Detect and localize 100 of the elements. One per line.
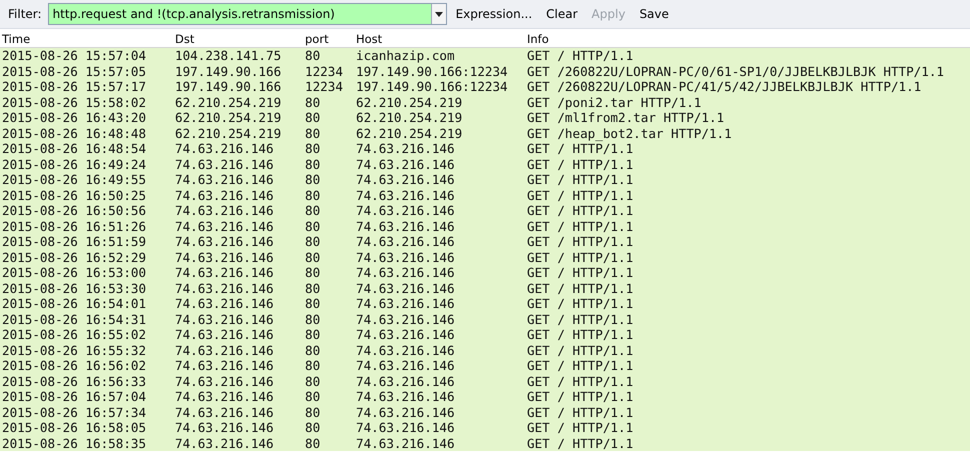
toolbar-button[interactable]: Clear [541,5,583,23]
table-cell-text: 74.63.216.146 [355,218,456,234]
table-cell-text: 2015-08-26 15:57:05 [1,64,148,79]
table-cell-text: 62.210.254.219 [355,126,464,141]
column-header[interactable]: Dst [173,32,303,47]
table-cell-text: GET / HTTP/1.1 [526,203,634,218]
table-cell-text: 2015-08-26 16:53:00 [1,265,148,280]
table-cell-text: 2015-08-26 16:49:55 [1,172,148,188]
table-cell-text: 74.63.216.146 [174,218,275,234]
table-cell-text: 2015-08-26 16:57:04 [1,389,148,404]
table-cell-text: 2015-08-26 16:43:20 [1,110,148,126]
table-cell-text: 80 [304,250,322,265]
table-cell-text: 80 [304,404,322,420]
table-cell-text: GET / HTTP/1.1 [526,188,634,203]
table-cell-text: 197.149.90.166:12234 [355,64,509,79]
table-cell-text: GET / HTTP/1.1 [526,156,634,172]
table-cell-text: 74.63.216.146 [174,203,275,218]
table-cell-text: 74.63.216.146 [355,389,456,404]
table-cell-text: 74.63.216.146 [355,141,456,156]
table-cell-text: 74.63.216.146 [174,374,275,389]
table-cell-text: 80 [304,327,322,342]
table-cell-text: GET / HTTP/1.1 [526,404,634,420]
table-cell-text: 2015-08-26 16:51:26 [1,218,148,234]
table-cell-text: 2015-08-26 16:57:34 [1,404,148,420]
table-cell-text: 74.63.216.146 [355,436,456,451]
table-cell-text: 2015-08-26 16:55:02 [1,327,148,342]
table-cell-text: GET / HTTP/1.1 [526,218,634,234]
table-cell-text: 80 [304,188,322,203]
table-cell-text: 74.63.216.146 [174,280,275,296]
table-cell-text: 74.63.216.146 [355,420,456,436]
filter-field[interactable]: http.request and !(tcp.analysis.retransmission) [48,3,447,25]
table-cell-text: 74.63.216.146 [174,312,275,327]
table-cell-text: 74.63.216.146 [355,172,456,188]
column-header[interactable]: Info [525,32,970,47]
table-cell-text: 80 [304,389,322,404]
table-cell-text: 80 [304,110,322,126]
table-cell-text: 2015-08-26 16:50:25 [1,188,148,203]
table-cell-text: 74.63.216.146 [174,389,275,404]
column-header[interactable]: Host [354,32,525,47]
table-cell-text: GET / HTTP/1.1 [526,250,634,265]
table-cell-text: GET / HTTP/1.1 [526,358,634,374]
table-cell-text: 74.63.216.146 [355,404,456,420]
table-cell-text: 74.63.216.146 [174,172,275,188]
table-cell-text: 74.63.216.146 [174,420,275,436]
table-cell-text: 2015-08-26 16:51:59 [1,234,148,250]
table-cell-text: 80 [304,48,322,64]
table-cell-text: 12234 [304,79,344,94]
table-cell-text: 80 [304,342,322,358]
table-cell-text: 74.63.216.146 [174,250,275,265]
table-cell-text: 74.63.216.146 [355,312,456,327]
table-cell-text: 2015-08-26 16:52:29 [1,250,148,265]
table-cell-text: 2015-08-26 16:53:30 [1,280,148,296]
table-cell-text: 74.63.216.146 [355,358,456,374]
table-cell-text: 74.63.216.146 [174,327,275,342]
table-cell-text: GET / HTTP/1.1 [526,312,634,327]
table-cell-text: GET / HTTP/1.1 [526,327,634,342]
table-cell-text: GET /260822U/LOPRAN-PC/0/61-SP1/0/JJBELKBJLBJK HTTP/1.1 [526,64,946,79]
table-cell-text: 2015-08-26 16:49:24 [1,156,148,172]
table-cell-text: GET / HTTP/1.1 [526,420,634,436]
table-cell-text: 2015-08-26 16:56:33 [1,374,148,389]
table-cell-text: 80 [304,203,322,218]
table-cell-text: GET / HTTP/1.1 [526,265,634,280]
table-cell-text: 2015-08-26 16:48:54 [1,141,148,156]
table-cell-text: GET / HTTP/1.1 [526,374,634,389]
table-cell-text: 197.149.90.166 [174,64,282,79]
table-cell-text: 74.63.216.146 [174,404,275,420]
table-cell-text: 2015-08-26 15:57:04 [1,48,148,64]
table-cell-text: 80 [304,420,322,436]
table-cell-text: GET / HTTP/1.1 [526,280,634,296]
table-cell-text: GET /poni2.tar HTTP/1.1 [526,94,702,110]
table-cell-text: 74.63.216.146 [355,234,456,250]
table-cell-text: 80 [304,218,322,234]
table-cell-text: 2015-08-26 16:54:31 [1,312,148,327]
table-cell-text: 80 [304,234,322,250]
table-cell-text: GET / HTTP/1.1 [526,436,634,451]
table-cell-text: 74.63.216.146 [174,265,275,280]
table-cell-text: GET / HTTP/1.1 [526,296,634,312]
table-cell-text: 62.210.254.219 [174,110,282,126]
table-cell-text: 2015-08-26 16:54:01 [1,296,148,312]
table-cell-text: 80 [304,265,322,280]
table-cell-text: 80 [304,312,322,327]
table-cell-text: 2015-08-26 15:57:17 [1,79,148,94]
table-cell-text: 74.63.216.146 [355,374,456,389]
table-cell-text: 74.63.216.146 [355,327,456,342]
table-cell-text: 74.63.216.146 [355,156,456,172]
table-cell-text: 80 [304,374,322,389]
toolbar-button[interactable]: Save [634,5,674,23]
table-cell-text: 74.63.216.146 [174,141,275,156]
table-cell-text: 80 [304,280,322,296]
table-cell-text: 80 [304,172,322,188]
toolbar-button[interactable]: Expression... [450,5,538,23]
column-header[interactable]: Time [0,32,173,47]
table-cell-text: 74.63.216.146 [174,296,275,312]
column-header[interactable]: port [303,32,354,47]
table-cell-text: 104.238.141.75 [174,48,282,64]
table-cell-text: 2015-08-26 15:58:02 [1,94,148,110]
table-cell-text: GET / HTTP/1.1 [526,342,634,358]
dropdown-caret-icon[interactable] [434,12,443,16]
table-cell-text: 2015-08-26 16:48:48 [1,126,148,141]
table-cell-text: 62.210.254.219 [355,110,464,126]
